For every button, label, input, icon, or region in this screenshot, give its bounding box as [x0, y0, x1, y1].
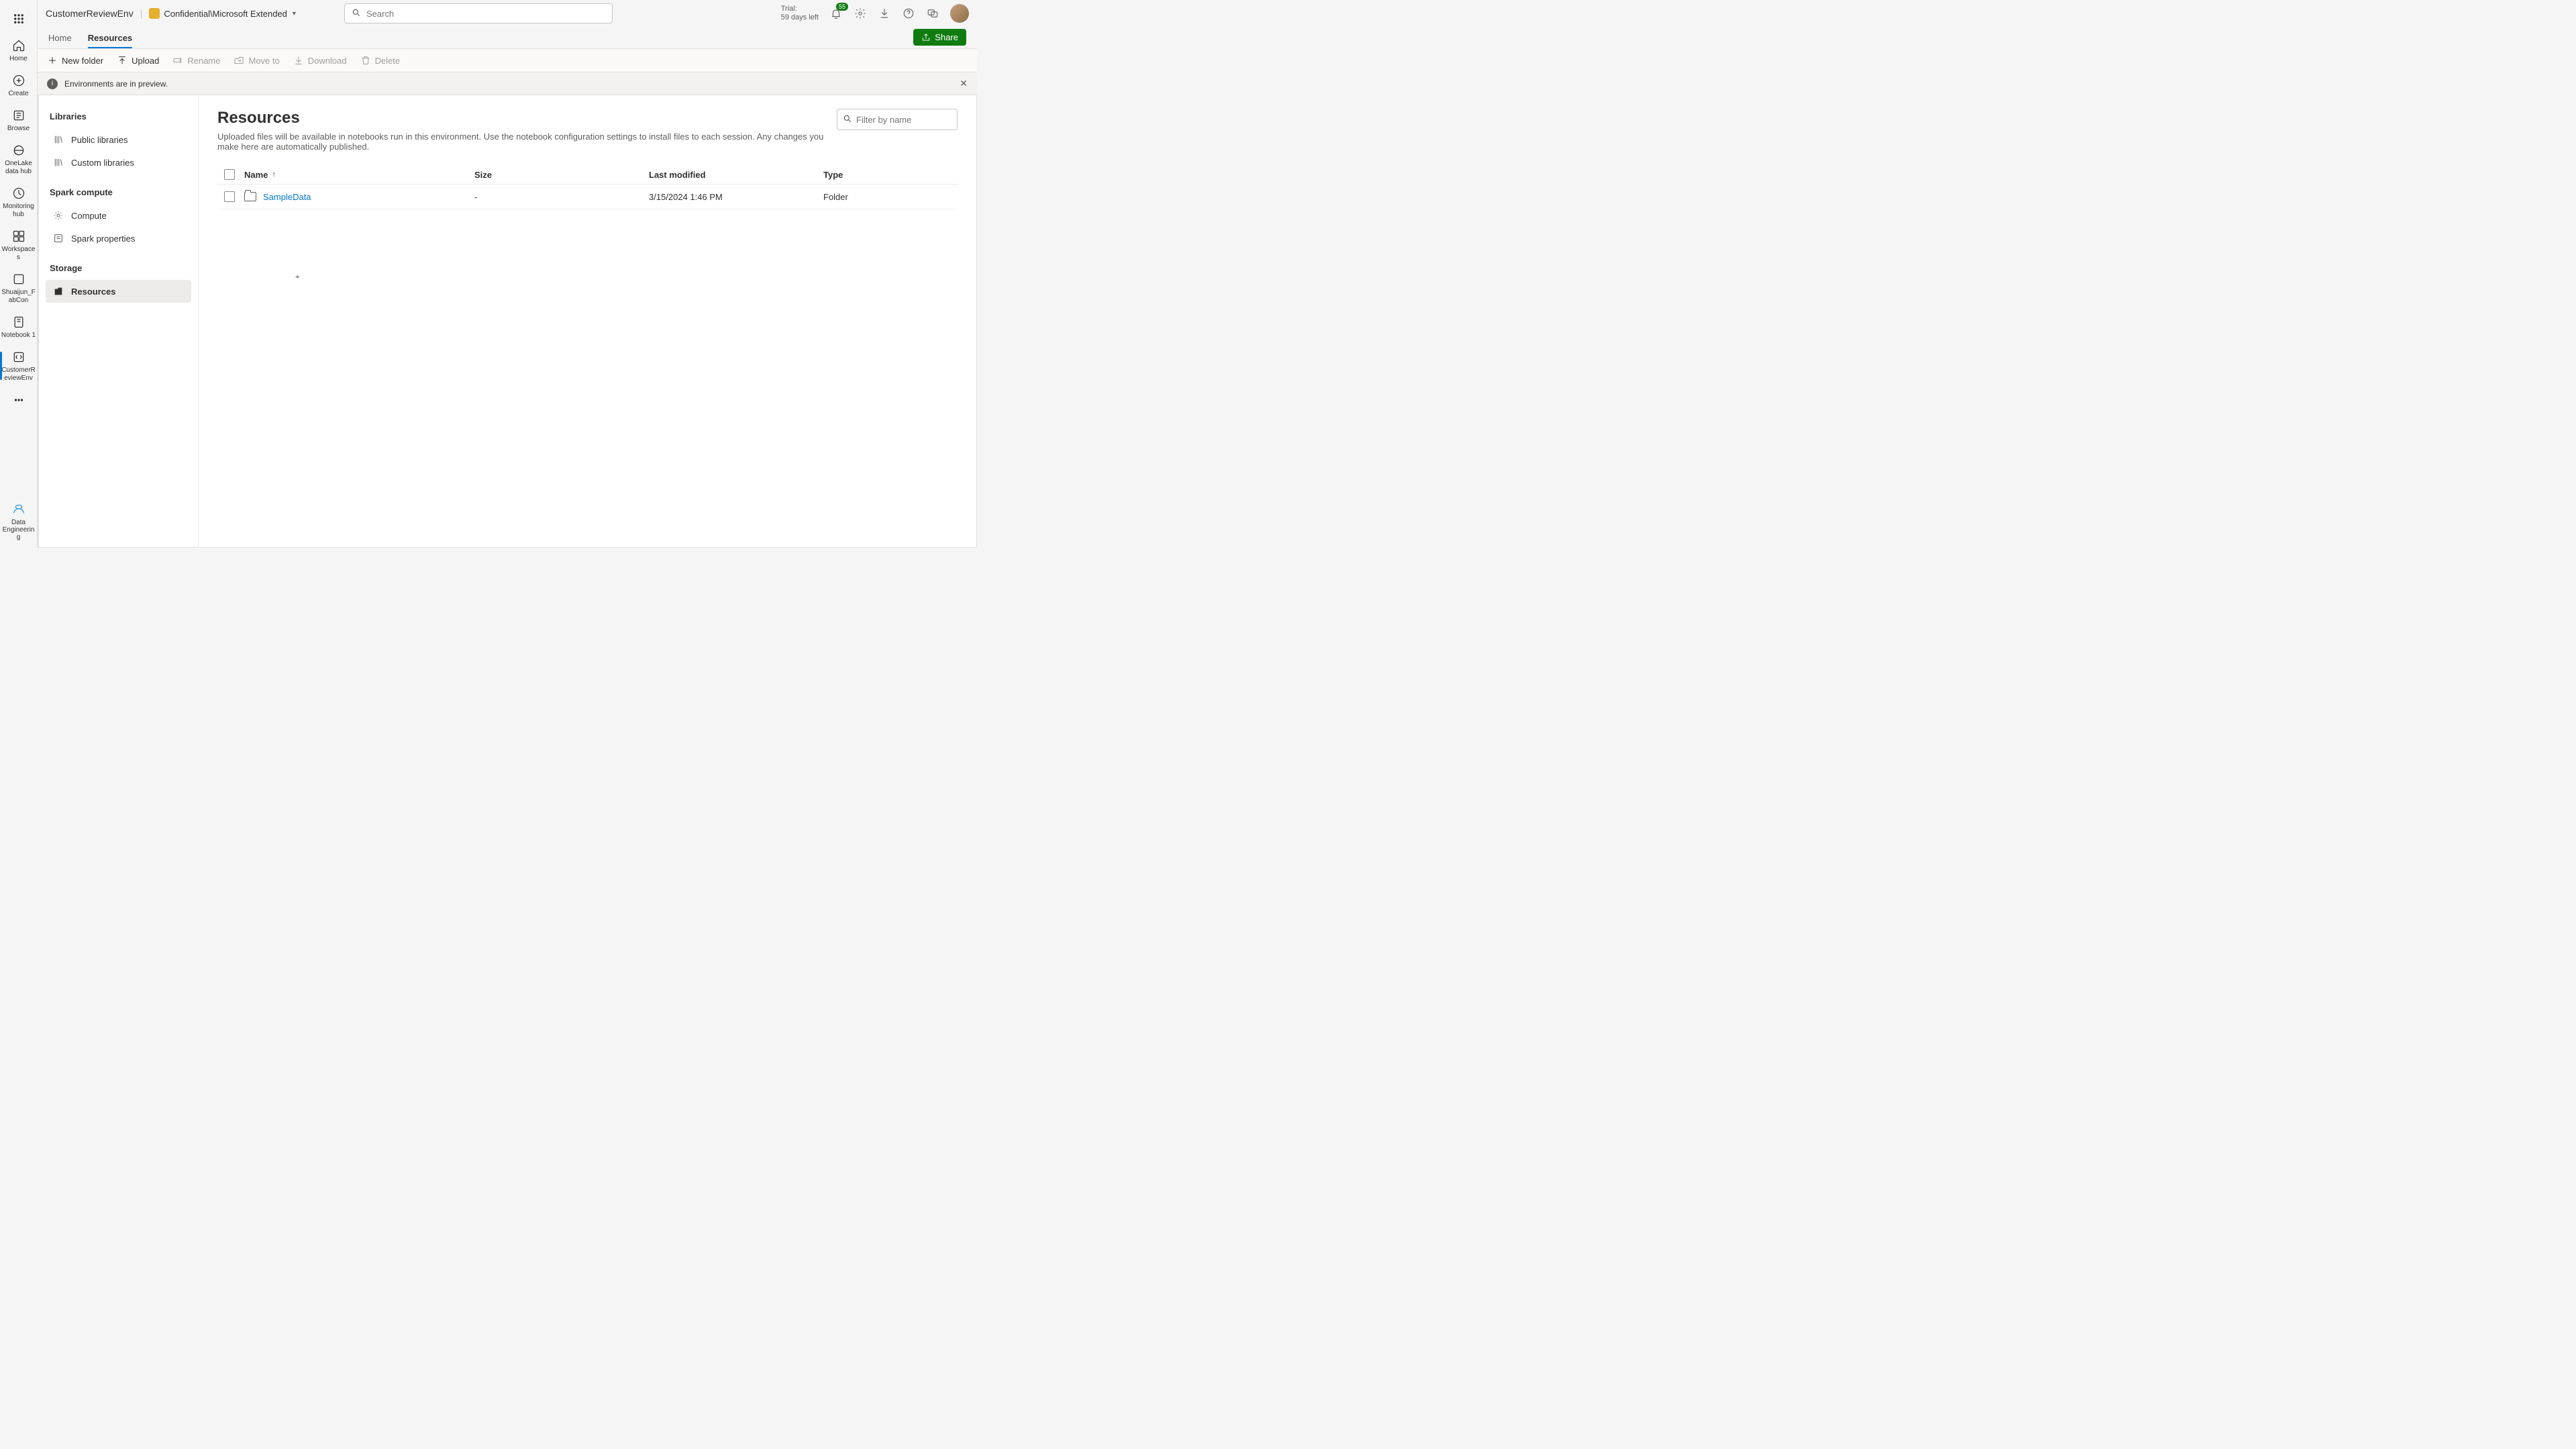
- feedback-button[interactable]: [926, 7, 939, 20]
- search-input[interactable]: [366, 9, 605, 19]
- rail-more[interactable]: [0, 388, 38, 413]
- workspaces-icon: [11, 228, 27, 244]
- breadcrumb-sep: |: [140, 8, 143, 19]
- sidebar-group-storage: Storage: [46, 259, 191, 280]
- breadcrumb-title[interactable]: CustomerReviewEnv: [46, 8, 134, 19]
- browse-icon: [11, 107, 27, 123]
- rail-home[interactable]: Home: [0, 34, 38, 67]
- ellipsis-icon: [11, 392, 27, 408]
- top-bar: CustomerReviewEnv | Confidential\Microso…: [38, 0, 977, 27]
- table-header: Name ↑ Size Last modified Type: [217, 165, 958, 185]
- share-button[interactable]: Share: [913, 29, 966, 46]
- table-row[interactable]: SampleData - 3/15/2024 1:46 PM Folder: [217, 185, 958, 209]
- help-button[interactable]: [902, 7, 915, 20]
- column-name[interactable]: Name ↑: [244, 170, 474, 180]
- sidebar-item-compute[interactable]: Compute: [46, 204, 191, 227]
- data-engineering-icon: [11, 501, 27, 517]
- tab-home[interactable]: Home: [48, 33, 72, 48]
- shield-icon: [149, 8, 160, 19]
- sidebar-item-custom-libraries[interactable]: Custom libraries: [46, 151, 191, 174]
- close-banner-button[interactable]: ✕: [960, 78, 968, 89]
- resources-page: Resources Uploaded files will be availab…: [199, 95, 976, 547]
- onelake-icon: [11, 142, 27, 158]
- rail-workspace-item[interactable]: Shuaijun_FabCon: [0, 267, 38, 309]
- trial-status: Trial: 59 days left: [781, 5, 819, 22]
- column-modified[interactable]: Last modified: [649, 170, 823, 180]
- folder-icon: [244, 192, 256, 201]
- row-checkbox[interactable]: [224, 191, 235, 202]
- column-type[interactable]: Type: [823, 170, 958, 180]
- rail-onelake[interactable]: OneLake data hub: [0, 138, 38, 180]
- rail-environment[interactable]: CustomerReviewEnv: [0, 345, 38, 387]
- breadcrumb: CustomerReviewEnv | Confidential\Microso…: [46, 8, 296, 19]
- row-size: -: [474, 192, 649, 202]
- resources-table: Name ↑ Size Last modified Type SampleD: [217, 165, 958, 209]
- move-to-button: Move to: [234, 55, 279, 66]
- user-avatar[interactable]: [950, 4, 969, 23]
- monitor-icon: [11, 185, 27, 201]
- sidebar-group-libraries: Libraries: [46, 107, 191, 128]
- tab-resources[interactable]: Resources: [88, 33, 132, 48]
- search-icon: [843, 114, 852, 126]
- page-tabs: Home Resources Share: [38, 27, 977, 48]
- filter-input[interactable]: [856, 115, 974, 125]
- settings-sidebar: Libraries Public libraries Custom librar…: [39, 95, 199, 547]
- filter-by-name[interactable]: [837, 109, 958, 130]
- upload-button[interactable]: Upload: [117, 55, 159, 66]
- sidebar-item-public-libraries[interactable]: Public libraries: [46, 128, 191, 151]
- properties-icon: [52, 232, 64, 244]
- command-toolbar: New folder Upload Rename Move to Downloa…: [38, 48, 977, 72]
- page-description: Uploaded files will be available in note…: [217, 132, 837, 152]
- preview-banner: i Environments are in preview. ✕: [38, 72, 977, 95]
- sort-asc-icon: ↑: [272, 170, 276, 179]
- new-folder-button[interactable]: New folder: [47, 55, 103, 66]
- plus-circle-icon: [11, 72, 27, 89]
- notification-count-badge: 55: [836, 3, 848, 11]
- notifications-button[interactable]: 55: [829, 7, 843, 20]
- sidebar-item-resources[interactable]: Resources: [46, 280, 191, 303]
- download-button[interactable]: [878, 7, 891, 20]
- rail-product-switcher[interactable]: Data Engineering: [0, 501, 37, 548]
- delete-button: Delete: [360, 55, 401, 66]
- workspace-item-icon: [11, 271, 27, 287]
- gear-icon: [52, 209, 64, 221]
- cursor-icon: ⌖: [295, 272, 300, 282]
- row-modified: 3/15/2024 1:46 PM: [649, 192, 823, 202]
- download-button: Download: [293, 55, 347, 66]
- info-icon: i: [47, 79, 58, 89]
- rename-button: Rename: [172, 55, 220, 66]
- app-launcher-waffle[interactable]: [5, 5, 32, 32]
- settings-button[interactable]: [854, 7, 867, 20]
- chevron-down-icon: ▾: [293, 10, 296, 17]
- notebook-icon: [11, 314, 27, 330]
- sidebar-item-spark-properties[interactable]: Spark properties: [46, 227, 191, 250]
- env-icon: [11, 349, 27, 365]
- rail-create[interactable]: Create: [0, 68, 38, 102]
- row-type: Folder: [823, 192, 958, 202]
- page-title: Resources: [217, 109, 837, 128]
- library-icon: [52, 134, 64, 146]
- left-nav-rail: Home Create Browse OneLake data hub Moni…: [0, 0, 38, 548]
- rail-monitoring[interactable]: Monitoring hub: [0, 181, 38, 223]
- select-all-checkbox[interactable]: [224, 169, 235, 180]
- banner-text: Environments are in preview.: [64, 79, 168, 89]
- rail-browse[interactable]: Browse: [0, 103, 38, 137]
- rail-notebook[interactable]: Notebook 1: [0, 310, 38, 344]
- row-name-link[interactable]: SampleData: [263, 192, 311, 202]
- sidebar-group-spark: Spark compute: [46, 183, 191, 204]
- search-icon: [352, 8, 361, 19]
- sensitivity-dropdown[interactable]: Confidential\Microsoft Extended ▾: [149, 8, 296, 19]
- resources-icon: [52, 285, 64, 297]
- library-icon: [52, 156, 64, 168]
- rail-workspaces[interactable]: Workspaces: [0, 224, 38, 266]
- column-size[interactable]: Size: [474, 170, 649, 180]
- home-icon: [11, 38, 27, 54]
- global-search[interactable]: [344, 3, 613, 23]
